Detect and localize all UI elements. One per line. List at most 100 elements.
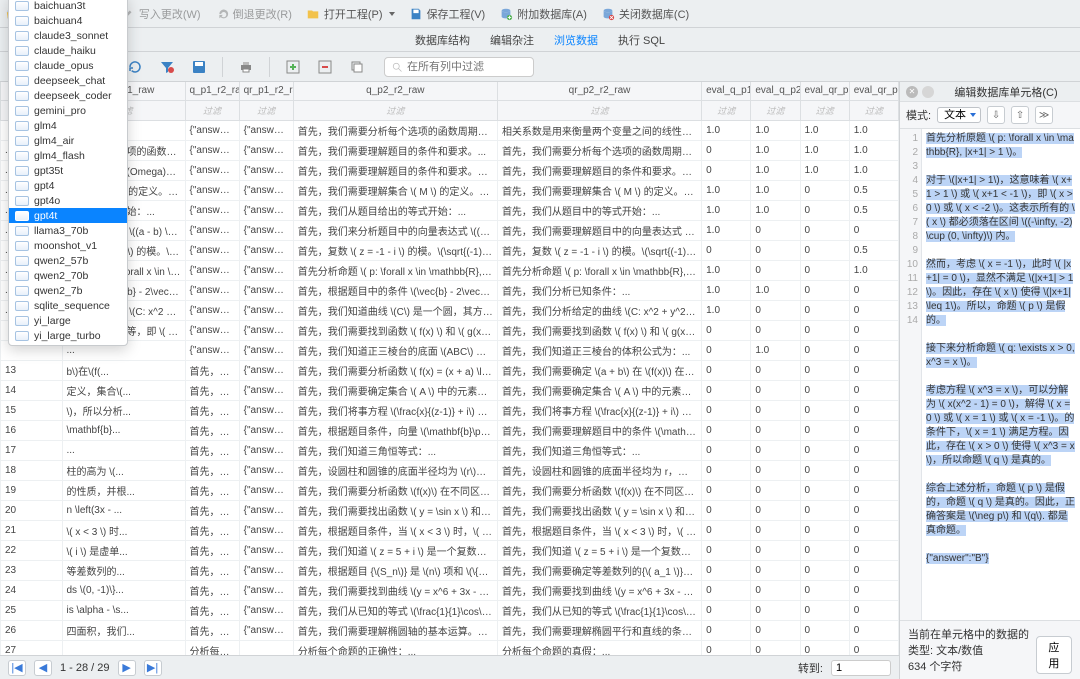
table-row[interactable]: ...{"answer":"B"}{"answer":"B"}首先，我们知道正三…	[1, 340, 899, 360]
filter-eval_q_p1[interactable]: 过滤	[702, 100, 751, 120]
dd-item-qwen2_70b[interactable]: qwen2_70b	[9, 268, 127, 283]
filter-eval_qr_p2[interactable]: 过滤	[849, 100, 898, 120]
table-row[interactable]: 15\)，所以分析...首先，我们将题目对应函数 \(\frac{x}{(z-1…	[1, 400, 899, 420]
prev-page-button[interactable]: ◀	[34, 660, 52, 676]
first-page-button[interactable]: |◀	[8, 660, 26, 676]
copy-row-button[interactable]	[344, 56, 370, 78]
col-qr_p1_r2_raw[interactable]: qr_p1_r2_raw	[239, 82, 293, 100]
dd-item-gpt4o[interactable]: gpt4o	[9, 193, 127, 208]
table-row[interactable]: ...析给定的曲线 \(C: x^2 + y^2 = 16\)。 这是一...{…	[1, 300, 899, 320]
clear-filter-button[interactable]	[154, 56, 180, 78]
table-row[interactable]: 26四面积，我们...首先，我们需要理解椭圆平行于直线的条件：...{"answ…	[1, 620, 899, 640]
add-row-button[interactable]	[280, 56, 306, 78]
filter-qr_p1_r2_raw[interactable]: 过滤	[239, 100, 293, 120]
dd-item-baichuan3t[interactable]: baichuan3t	[9, 0, 127, 13]
tab-0[interactable]: 数据库结构	[405, 28, 480, 52]
col-q_p1_r2_raw[interactable]: q_p1_r2_raw	[185, 82, 239, 100]
table-row[interactable]: 20n \left(3x - ...首先，我们需要找出函数 \( y = \si…	[1, 500, 899, 520]
dd-item-sqlite_sequence[interactable]: sqlite_sequence	[9, 298, 127, 313]
col-eval_qr_p2[interactable]: eval_qr_p2	[849, 82, 898, 100]
filter-input[interactable]	[407, 61, 527, 73]
table-row[interactable]: ...目中的等式开始：...{"answer":"B"}{"answer":"B…	[1, 200, 899, 220]
table-row[interactable]: ...式 \( z = -1 - i \) 的模。\(\sqrt{(-1)^2.…	[1, 240, 899, 260]
write-changes-button[interactable]: 写入更改(W)	[121, 6, 201, 22]
dd-item-deepseek_chat[interactable]: deepseek_chat	[9, 73, 127, 88]
col-eval_q_p1[interactable]: eval_q_p1	[702, 82, 751, 100]
table-row[interactable]: ...析条件 \(\vec{b} - 2\vec{a}\perp\vec{b}.…	[1, 280, 899, 300]
apply-button[interactable]: 应用	[1036, 636, 1072, 674]
dd-item-gemini_pro[interactable]: gemini_pro	[9, 103, 127, 118]
dd-item-glm4[interactable]: glm4	[9, 118, 127, 133]
cell-text[interactable]: 首先分析原题 \( p: \forall x \in \mathbb{R}, |…	[922, 129, 1080, 620]
table-row[interactable]: ...析条件。集合(Omega)中的点集满足任意三个...{"answer":"…	[1, 160, 899, 180]
dd-item-claude3_sonnet[interactable]: claude3_sonnet	[9, 28, 127, 43]
dd-item-yi_large_turbo[interactable]: yi_large_turbo	[9, 328, 127, 343]
table-row[interactable]: 14定义，集合\(...首先，我们需要确定集合 \( A \) 中的元素。根据集…	[1, 380, 899, 400]
save-project-button[interactable]: 保存工程(V)	[409, 6, 486, 22]
open-project-button[interactable]: 打开工程(P)	[306, 6, 395, 22]
table-row[interactable]: 22\( i \) 是虚单...首先，我们知道 \( z = 5 + i \) …	[1, 540, 899, 560]
table-row[interactable]: 25is \alpha - \s...首先，我们从已知的等式 \(\frac{1…	[1, 600, 899, 620]
tab-2[interactable]: 浏览数据	[544, 28, 608, 52]
delete-row-button[interactable]	[312, 56, 338, 78]
data-grid[interactable]: qr_p2_r1_rawq_p1_r2_rawqr_p1_r2_rawq_p2_…	[0, 82, 899, 655]
filter-qr_p2_r2_raw[interactable]: 过滤	[497, 100, 701, 120]
table-row[interactable]: 19的性质，并根...首先，我们需要分析函数 \(f(x)\) 在不同区间内的单…	[1, 480, 899, 500]
table-row[interactable]: 18柱的高为 \(...首先，设圆柱和圆锥的底面半径均为 \(r\)，高度为 \…	[1, 460, 899, 480]
dd-item-qwen2_57b[interactable]: qwen2_57b	[9, 253, 127, 268]
filter-eval_qr_p1[interactable]: 过滤	[800, 100, 849, 120]
table-row[interactable]: 23等差数列的...首先，根据题目条件 \( S_5 = S_{10} \) 和…	[1, 560, 899, 580]
filter-q_p1_r2_raw[interactable]: 过滤	[185, 100, 239, 120]
dd-item-yi_large[interactable]: yi_large	[9, 313, 127, 328]
table-select-dropdown[interactable]: baichuan3tbaichuan4claude3_sonnetclaude_…	[8, 0, 128, 346]
table-row[interactable]: 16\mathbf{b}...首先，根据题目条件，向量 \(\mathbf{b}…	[1, 420, 899, 440]
dd-item-claude_haiku[interactable]: claude_haiku	[9, 43, 127, 58]
dd-item-moonshot_v1[interactable]: moonshot_v1	[9, 238, 127, 253]
tab-1[interactable]: 编辑杂注	[480, 28, 544, 52]
tab-3[interactable]: 执行 SQL	[608, 28, 675, 52]
dd-item-claude_opus[interactable]: claude_opus	[9, 58, 127, 73]
dd-item-gpt4[interactable]: gpt4	[9, 178, 127, 193]
panel-close-icon[interactable]: ✕	[906, 86, 918, 98]
dd-item-deepseek_coder[interactable]: deepseek_coder	[9, 88, 127, 103]
dd-item-glm4_air[interactable]: glm4_air	[9, 133, 127, 148]
filter-eval_q_p2[interactable]: 过滤	[751, 100, 800, 120]
table-row[interactable]: ...析向量数法式 \((a - b) \cdot b = 0\)，...{"a…	[1, 220, 899, 240]
close-db-button[interactable]: 关闭数据库(C)	[601, 6, 689, 22]
table-row[interactable]: 17...首先，我们知道三角恒等式：...{"answer":"A"}首先，我们…	[1, 440, 899, 460]
panel-minimize-icon[interactable]	[922, 86, 934, 98]
print-button[interactable]	[233, 56, 259, 78]
goto-input[interactable]	[831, 660, 891, 676]
filter-search[interactable]	[384, 57, 534, 77]
dd-item-gpt4t[interactable]: gpt4t	[9, 208, 127, 223]
table-row[interactable]: 13b\)在\(f(...首先，我们需要分析函数 \( f(x) = (x + …	[1, 360, 899, 380]
mode-select[interactable]: 文本	[937, 107, 981, 123]
revert-changes-button[interactable]: 倒退更改(R)	[215, 6, 292, 22]
table-row[interactable]: 21\( x < 3 \) 时...首先，根据题目条件，当 \( x < 3 \…	[1, 520, 899, 540]
dd-item-gpt35t[interactable]: gpt35t	[9, 163, 127, 178]
col-q_p2_r2_raw[interactable]: q_p2_r2_raw	[293, 82, 497, 100]
table-row[interactable]: 24ds \(0, -1)\}...首先，我们需要找到曲线 \(y = x^6 …	[1, 580, 899, 600]
attach-db-button[interactable]: 附加数据库(A)	[499, 6, 587, 22]
last-page-button[interactable]: ▶|	[144, 660, 162, 676]
col-eval_q_p2[interactable]: eval_q_p2	[751, 82, 800, 100]
filter-q_p2_r2_raw[interactable]: 过滤	[293, 100, 497, 120]
more-button[interactable]: ≫	[1035, 106, 1053, 124]
col-eval_qr_p1[interactable]: eval_qr_p1	[800, 82, 849, 100]
table-row[interactable]: ...要分析每个选项的函数周期性。...{"answer":"A"}{"answ…	[1, 140, 899, 160]
next-page-button[interactable]: ▶	[118, 660, 136, 676]
col-qr_p2_r2_raw[interactable]: qr_p2_r2_raw	[497, 82, 701, 100]
table-row[interactable]: 27分析每个命题的真假：...分析每个命题的正确性：...分析每个命题的真假：.…	[1, 640, 899, 655]
table-row[interactable]: ...{"answer":"A"}{"answer":"A"}首先，我们需要分析…	[1, 120, 899, 140]
save-filter-button[interactable]	[186, 56, 212, 78]
table-row[interactable]: ...析集合 \( M \) 的定义。集合 \( M \) 包含所有...{"a…	[1, 180, 899, 200]
dd-item-llama3_70b[interactable]: llama3_70b	[9, 223, 127, 238]
dd-item-qwen2_7b[interactable]: qwen2_7b	[9, 283, 127, 298]
import-button[interactable]: ⇩	[987, 106, 1005, 124]
export-button[interactable]: ⇧	[1011, 106, 1029, 124]
dd-item-baichuan4[interactable]: baichuan4	[9, 13, 127, 28]
table-row[interactable]: ...析命题 \( p: \forall x \in \mathbb{R}, |…	[1, 260, 899, 280]
main-toolbar: 打开数据库(O) 写入更改(W) 倒退更改(R) 打开工程(P) 保存工程(V)…	[0, 0, 1080, 28]
table-row[interactable]: 论两个函数相等，即 \( f(x) = g(x) \) ...{"answer"…	[1, 320, 899, 340]
dd-item-glm4_flash[interactable]: glm4_flash	[9, 148, 127, 163]
